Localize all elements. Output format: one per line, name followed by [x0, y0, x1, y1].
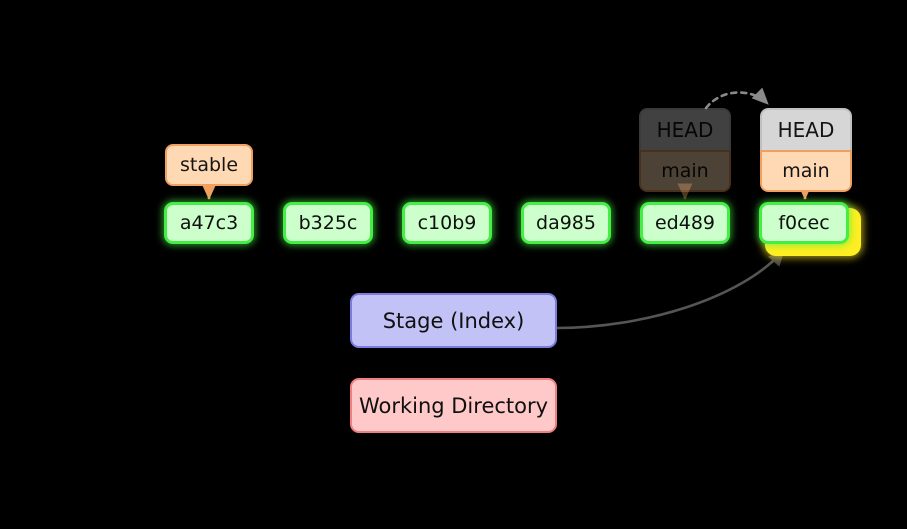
- head-box-previous: HEAD main: [639, 108, 731, 192]
- branch-tag-label: stable: [179, 154, 239, 176]
- commit-label: c10b9: [417, 212, 477, 234]
- commit-node-a47c3[interactable]: a47c3: [164, 202, 254, 244]
- branch-text: main: [782, 160, 830, 182]
- working-directory-box[interactable]: Working Directory: [350, 378, 557, 433]
- commit-label: a47c3: [179, 212, 239, 234]
- stage-index-box[interactable]: Stage (Index): [350, 293, 557, 348]
- commit-node-f0cec[interactable]: f0cec: [759, 202, 849, 244]
- branch-tag-stable[interactable]: stable: [165, 144, 253, 186]
- head-pointer-label-current: HEAD: [760, 108, 852, 150]
- branch-label-previous: main: [639, 150, 731, 192]
- commit-node-b325c[interactable]: b325c: [283, 202, 373, 244]
- commit-label: b325c: [298, 212, 358, 234]
- commit-node-da985[interactable]: da985: [521, 202, 611, 244]
- commit-node-ed489[interactable]: ed489: [640, 202, 730, 244]
- commit-label: da985: [536, 212, 596, 234]
- edge-head-move-dashed: [704, 87, 770, 110]
- connector-layer: [128, 87, 813, 330]
- branch-label-current: main: [760, 150, 852, 192]
- commit-label: f0cec: [778, 212, 830, 234]
- head-text: HEAD: [656, 118, 714, 142]
- working-directory-label: Working Directory: [358, 393, 549, 418]
- head-text: HEAD: [777, 118, 835, 142]
- commit-label: ed489: [654, 212, 715, 234]
- commit-node-c10b9[interactable]: c10b9: [402, 202, 492, 244]
- diagram-canvas: a47c3 b325c c10b9 da985 ed489 f0cec stab…: [0, 0, 907, 529]
- head-box-current[interactable]: HEAD main: [760, 108, 852, 192]
- head-pointer-label-previous: HEAD: [639, 108, 731, 150]
- stage-index-label: Stage (Index): [382, 308, 525, 333]
- edge-stage-to-f0cec: [556, 249, 785, 330]
- branch-text: main: [661, 160, 709, 182]
